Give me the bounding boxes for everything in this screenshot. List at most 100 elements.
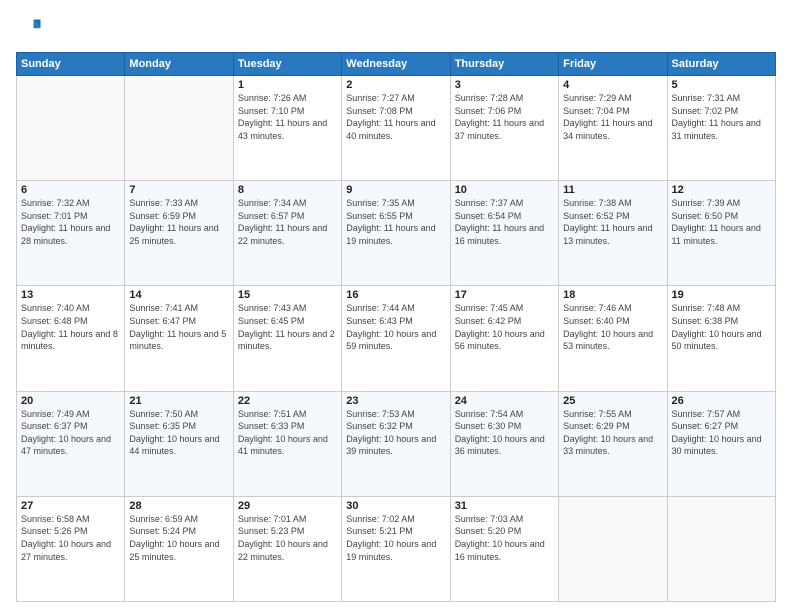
day-cell: 8Sunrise: 7:34 AM Sunset: 6:57 PM Daylig…	[233, 181, 341, 286]
day-cell: 1Sunrise: 7:26 AM Sunset: 7:10 PM Daylig…	[233, 76, 341, 181]
day-cell: 11Sunrise: 7:38 AM Sunset: 6:52 PM Dayli…	[559, 181, 667, 286]
day-number: 3	[455, 79, 554, 91]
day-cell: 3Sunrise: 7:28 AM Sunset: 7:06 PM Daylig…	[450, 76, 558, 181]
day-cell: 22Sunrise: 7:51 AM Sunset: 6:33 PM Dayli…	[233, 391, 341, 496]
day-info: Sunrise: 7:40 AM Sunset: 6:48 PM Dayligh…	[21, 302, 120, 352]
day-cell: 18Sunrise: 7:46 AM Sunset: 6:40 PM Dayli…	[559, 286, 667, 391]
week-row-2: 6Sunrise: 7:32 AM Sunset: 7:01 PM Daylig…	[17, 181, 776, 286]
day-info: Sunrise: 7:32 AM Sunset: 7:01 PM Dayligh…	[21, 197, 120, 247]
day-info: Sunrise: 7:27 AM Sunset: 7:08 PM Dayligh…	[346, 92, 445, 142]
day-info: Sunrise: 6:59 AM Sunset: 5:24 PM Dayligh…	[129, 513, 228, 563]
day-cell: 4Sunrise: 7:29 AM Sunset: 7:04 PM Daylig…	[559, 76, 667, 181]
day-cell: 16Sunrise: 7:44 AM Sunset: 6:43 PM Dayli…	[342, 286, 450, 391]
day-cell: 7Sunrise: 7:33 AM Sunset: 6:59 PM Daylig…	[125, 181, 233, 286]
day-cell: 30Sunrise: 7:02 AM Sunset: 5:21 PM Dayli…	[342, 496, 450, 601]
day-number: 15	[238, 289, 337, 301]
day-number: 11	[563, 184, 662, 196]
day-info: Sunrise: 7:43 AM Sunset: 6:45 PM Dayligh…	[238, 302, 337, 352]
day-cell: 5Sunrise: 7:31 AM Sunset: 7:02 PM Daylig…	[667, 76, 775, 181]
day-info: Sunrise: 7:48 AM Sunset: 6:38 PM Dayligh…	[672, 302, 771, 352]
day-cell: 10Sunrise: 7:37 AM Sunset: 6:54 PM Dayli…	[450, 181, 558, 286]
day-number: 20	[21, 395, 120, 407]
weekday-header-sunday: Sunday	[17, 53, 125, 76]
day-number: 26	[672, 395, 771, 407]
day-number: 19	[672, 289, 771, 301]
day-number: 30	[346, 500, 445, 512]
weekday-header-monday: Monday	[125, 53, 233, 76]
day-info: Sunrise: 7:37 AM Sunset: 6:54 PM Dayligh…	[455, 197, 554, 247]
day-info: Sunrise: 7:55 AM Sunset: 6:29 PM Dayligh…	[563, 408, 662, 458]
day-cell: 25Sunrise: 7:55 AM Sunset: 6:29 PM Dayli…	[559, 391, 667, 496]
day-number: 29	[238, 500, 337, 512]
day-cell: 20Sunrise: 7:49 AM Sunset: 6:37 PM Dayli…	[17, 391, 125, 496]
day-info: Sunrise: 7:28 AM Sunset: 7:06 PM Dayligh…	[455, 92, 554, 142]
day-number: 16	[346, 289, 445, 301]
day-cell: 6Sunrise: 7:32 AM Sunset: 7:01 PM Daylig…	[17, 181, 125, 286]
day-info: Sunrise: 7:26 AM Sunset: 7:10 PM Dayligh…	[238, 92, 337, 142]
day-info: Sunrise: 7:03 AM Sunset: 5:20 PM Dayligh…	[455, 513, 554, 563]
day-number: 10	[455, 184, 554, 196]
day-number: 6	[21, 184, 120, 196]
day-info: Sunrise: 7:45 AM Sunset: 6:42 PM Dayligh…	[455, 302, 554, 352]
day-info: Sunrise: 7:51 AM Sunset: 6:33 PM Dayligh…	[238, 408, 337, 458]
page: SundayMondayTuesdayWednesdayThursdayFrid…	[0, 0, 792, 612]
day-cell: 14Sunrise: 7:41 AM Sunset: 6:47 PM Dayli…	[125, 286, 233, 391]
weekday-header-saturday: Saturday	[667, 53, 775, 76]
day-number: 5	[672, 79, 771, 91]
day-info: Sunrise: 7:34 AM Sunset: 6:57 PM Dayligh…	[238, 197, 337, 247]
day-number: 8	[238, 184, 337, 196]
day-number: 4	[563, 79, 662, 91]
week-row-4: 20Sunrise: 7:49 AM Sunset: 6:37 PM Dayli…	[17, 391, 776, 496]
weekday-header-row: SundayMondayTuesdayWednesdayThursdayFrid…	[17, 53, 776, 76]
day-info: Sunrise: 7:02 AM Sunset: 5:21 PM Dayligh…	[346, 513, 445, 563]
day-info: Sunrise: 7:57 AM Sunset: 6:27 PM Dayligh…	[672, 408, 771, 458]
day-number: 18	[563, 289, 662, 301]
day-cell: 13Sunrise: 7:40 AM Sunset: 6:48 PM Dayli…	[17, 286, 125, 391]
week-row-1: 1Sunrise: 7:26 AM Sunset: 7:10 PM Daylig…	[17, 76, 776, 181]
week-row-5: 27Sunrise: 6:58 AM Sunset: 5:26 PM Dayli…	[17, 496, 776, 601]
day-cell: 26Sunrise: 7:57 AM Sunset: 6:27 PM Dayli…	[667, 391, 775, 496]
day-number: 1	[238, 79, 337, 91]
day-number: 28	[129, 500, 228, 512]
day-cell: 24Sunrise: 7:54 AM Sunset: 6:30 PM Dayli…	[450, 391, 558, 496]
day-number: 21	[129, 395, 228, 407]
day-number: 2	[346, 79, 445, 91]
day-info: Sunrise: 7:54 AM Sunset: 6:30 PM Dayligh…	[455, 408, 554, 458]
day-number: 23	[346, 395, 445, 407]
day-info: Sunrise: 6:58 AM Sunset: 5:26 PM Dayligh…	[21, 513, 120, 563]
day-info: Sunrise: 7:35 AM Sunset: 6:55 PM Dayligh…	[346, 197, 445, 247]
day-number: 22	[238, 395, 337, 407]
day-number: 25	[563, 395, 662, 407]
day-cell: 19Sunrise: 7:48 AM Sunset: 6:38 PM Dayli…	[667, 286, 775, 391]
logo-icon	[16, 16, 44, 44]
calendar-table: SundayMondayTuesdayWednesdayThursdayFrid…	[16, 52, 776, 602]
day-cell	[667, 496, 775, 601]
day-cell: 28Sunrise: 6:59 AM Sunset: 5:24 PM Dayli…	[125, 496, 233, 601]
header	[16, 16, 776, 44]
day-info: Sunrise: 7:53 AM Sunset: 6:32 PM Dayligh…	[346, 408, 445, 458]
day-cell	[125, 76, 233, 181]
weekday-header-tuesday: Tuesday	[233, 53, 341, 76]
day-info: Sunrise: 7:39 AM Sunset: 6:50 PM Dayligh…	[672, 197, 771, 247]
day-number: 12	[672, 184, 771, 196]
day-number: 7	[129, 184, 228, 196]
day-cell: 27Sunrise: 6:58 AM Sunset: 5:26 PM Dayli…	[17, 496, 125, 601]
day-cell: 31Sunrise: 7:03 AM Sunset: 5:20 PM Dayli…	[450, 496, 558, 601]
day-info: Sunrise: 7:01 AM Sunset: 5:23 PM Dayligh…	[238, 513, 337, 563]
day-info: Sunrise: 7:49 AM Sunset: 6:37 PM Dayligh…	[21, 408, 120, 458]
weekday-header-thursday: Thursday	[450, 53, 558, 76]
week-row-3: 13Sunrise: 7:40 AM Sunset: 6:48 PM Dayli…	[17, 286, 776, 391]
day-cell: 21Sunrise: 7:50 AM Sunset: 6:35 PM Dayli…	[125, 391, 233, 496]
day-info: Sunrise: 7:38 AM Sunset: 6:52 PM Dayligh…	[563, 197, 662, 247]
day-info: Sunrise: 7:46 AM Sunset: 6:40 PM Dayligh…	[563, 302, 662, 352]
day-number: 13	[21, 289, 120, 301]
day-cell	[559, 496, 667, 601]
day-number: 27	[21, 500, 120, 512]
day-cell: 2Sunrise: 7:27 AM Sunset: 7:08 PM Daylig…	[342, 76, 450, 181]
day-cell: 23Sunrise: 7:53 AM Sunset: 6:32 PM Dayli…	[342, 391, 450, 496]
day-info: Sunrise: 7:31 AM Sunset: 7:02 PM Dayligh…	[672, 92, 771, 142]
day-number: 14	[129, 289, 228, 301]
day-info: Sunrise: 7:41 AM Sunset: 6:47 PM Dayligh…	[129, 302, 228, 352]
day-number: 24	[455, 395, 554, 407]
day-cell: 17Sunrise: 7:45 AM Sunset: 6:42 PM Dayli…	[450, 286, 558, 391]
